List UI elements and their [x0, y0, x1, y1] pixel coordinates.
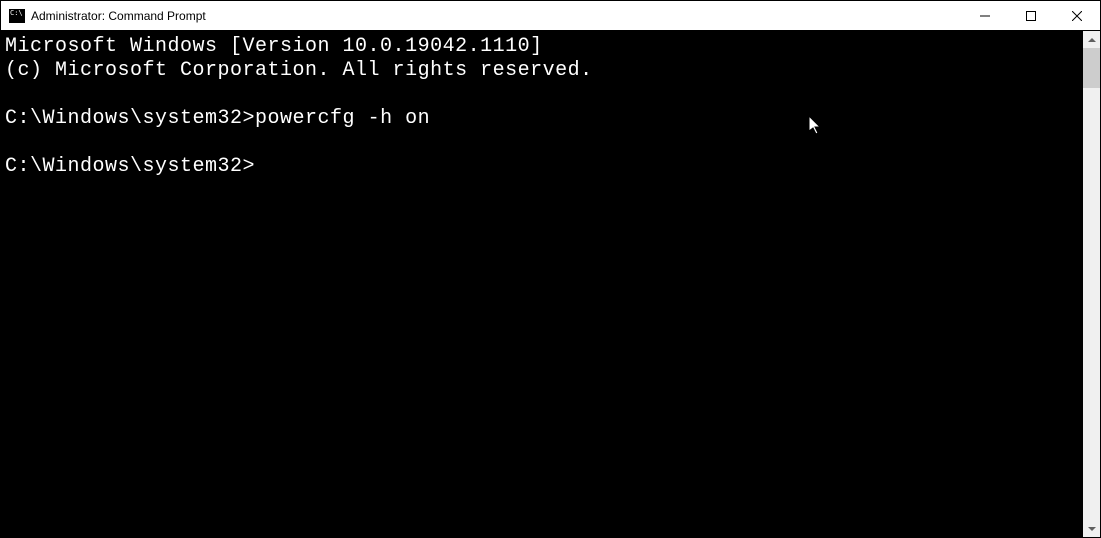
content-area: Microsoft Windows [Version 10.0.19042.11… [1, 31, 1100, 537]
vertical-scrollbar[interactable] [1083, 31, 1100, 537]
prompt-path: C:\Windows\system32> [5, 107, 255, 130]
window-controls [962, 1, 1100, 30]
version-line: Microsoft Windows [Version 10.0.19042.11… [5, 35, 543, 58]
close-icon [1072, 11, 1082, 21]
scroll-track[interactable] [1083, 48, 1100, 520]
scroll-thumb[interactable] [1083, 48, 1100, 88]
command-text: powercfg -h on [255, 107, 430, 130]
terminal-output[interactable]: Microsoft Windows [Version 10.0.19042.11… [1, 31, 1083, 537]
maximize-button[interactable] [1008, 1, 1054, 30]
chevron-up-icon [1088, 38, 1096, 42]
minimize-button[interactable] [962, 1, 1008, 30]
minimize-icon [980, 11, 990, 21]
scroll-up-button[interactable] [1083, 31, 1100, 48]
titlebar[interactable]: Administrator: Command Prompt [1, 1, 1100, 31]
chevron-down-icon [1088, 527, 1096, 531]
maximize-icon [1026, 11, 1036, 21]
copyright-line: (c) Microsoft Corporation. All rights re… [5, 59, 593, 82]
cmd-icon [9, 9, 25, 23]
scroll-down-button[interactable] [1083, 520, 1100, 537]
close-button[interactable] [1054, 1, 1100, 30]
cmd-window: Administrator: Command Prompt Microsoft … [0, 0, 1101, 538]
window-title: Administrator: Command Prompt [31, 9, 962, 23]
prompt-path: C:\Windows\system32> [5, 155, 255, 178]
